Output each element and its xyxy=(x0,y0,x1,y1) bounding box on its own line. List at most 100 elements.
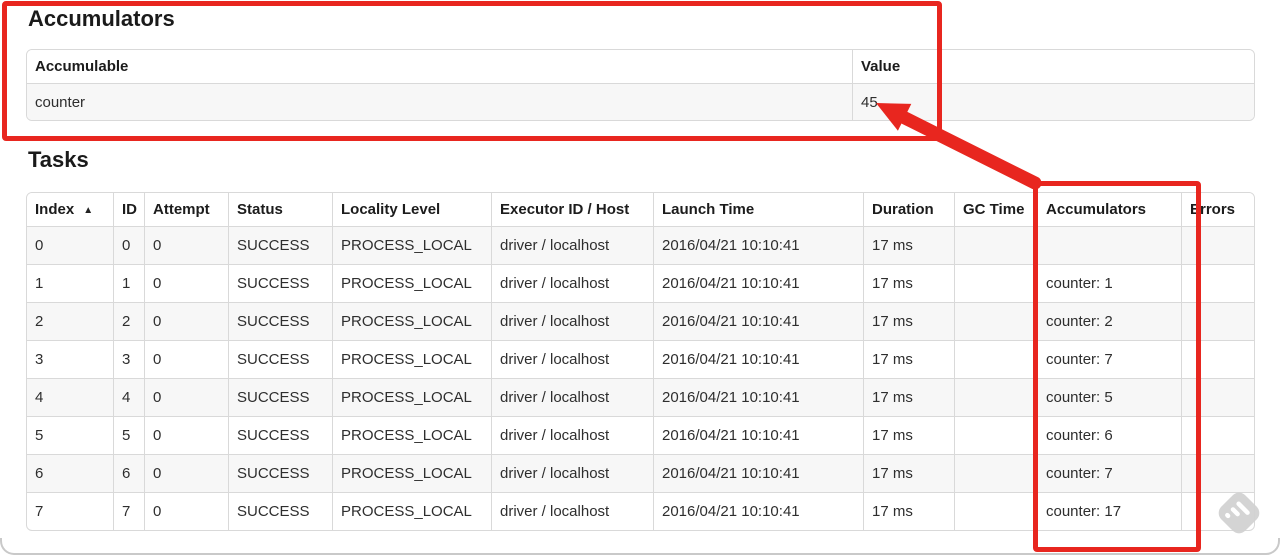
spark-stage-page: { "accumulators_section": { "title": "Ac… xyxy=(0,0,1280,556)
tasks-col-header-launch-time[interactable]: Launch Time xyxy=(653,193,863,226)
task-cell-index: 3 xyxy=(27,340,113,378)
tasks-col-header-executor[interactable]: Executor ID / Host xyxy=(491,193,653,226)
tasks-col-header-locality-level[interactable]: Locality Level xyxy=(332,193,491,226)
tasks-col-header-duration[interactable]: Duration xyxy=(863,193,954,226)
task-row: 770 SUCCESS PROCESS_LOCAL driver / localho… xyxy=(27,492,1254,530)
tasks-col-header-status[interactable]: Status xyxy=(228,193,332,226)
task-cell-errors xyxy=(1181,226,1254,264)
tasks-col-header-attempt[interactable]: Attempt xyxy=(144,193,228,226)
task-cell-executor: driver / localhost xyxy=(491,302,653,340)
task-cell-gc-time xyxy=(954,302,1037,340)
task-cell-id: 5 xyxy=(113,416,144,454)
task-cell-id: 2 xyxy=(113,302,144,340)
task-cell-gc-time xyxy=(954,378,1037,416)
tasks-table-body: 000 SUCCESS PROCESS_LOCAL driver / localho… xyxy=(27,226,1254,530)
task-cell-duration: 17 ms xyxy=(863,492,954,530)
task-cell-locality-level: PROCESS_LOCAL xyxy=(332,264,491,302)
tasks-col-header-gc-time[interactable]: GC Time xyxy=(954,193,1037,226)
task-cell-duration: 17 ms xyxy=(863,226,954,264)
task-cell-executor: driver / localhost xyxy=(491,416,653,454)
task-cell-launch-time: 2016/04/21 10:10:41 xyxy=(653,378,863,416)
tasks-col-header-errors[interactable]: Errors xyxy=(1181,193,1254,226)
task-cell-attempt: 0 xyxy=(144,302,228,340)
task-cell-gc-time xyxy=(954,454,1037,492)
window-bottom-edge xyxy=(0,538,1280,555)
task-cell-status: SUCCESS xyxy=(228,378,332,416)
task-cell-status: SUCCESS xyxy=(228,302,332,340)
accumulators-section-title: Accumulators xyxy=(28,6,175,31)
task-cell-status: SUCCESS xyxy=(228,454,332,492)
task-cell-duration: 17 ms xyxy=(863,454,954,492)
accumulators-header-row: Accumulable Value xyxy=(27,50,1254,83)
task-cell-index: 2 xyxy=(27,302,113,340)
task-cell-index: 5 xyxy=(27,416,113,454)
task-cell-attempt: 0 xyxy=(144,492,228,530)
accumulator-row: counter 45 xyxy=(27,83,1254,120)
task-cell-id: 6 xyxy=(113,454,144,492)
task-cell-gc-time xyxy=(954,416,1037,454)
tasks-header-row: Index ▲ ID Attempt Status Locality Level … xyxy=(27,193,1254,226)
task-cell-duration: 17 ms xyxy=(863,340,954,378)
task-cell-errors xyxy=(1181,492,1254,530)
task-row: 110 SUCCESS PROCESS_LOCAL driver / localho… xyxy=(27,264,1254,302)
task-cell-id: 0 xyxy=(113,226,144,264)
task-cell-accumulators: counter: 7 xyxy=(1037,340,1181,378)
task-cell-accumulators: counter: 5 xyxy=(1037,378,1181,416)
task-cell-attempt: 0 xyxy=(144,454,228,492)
task-cell-index: 7 xyxy=(27,492,113,530)
value-column-header: Value xyxy=(852,50,1254,83)
task-cell-locality-level: PROCESS_LOCAL xyxy=(332,378,491,416)
task-cell-status: SUCCESS xyxy=(228,416,332,454)
accumulators-table: Accumulable Value counter 45 xyxy=(26,49,1255,121)
task-cell-accumulators: counter: 6 xyxy=(1037,416,1181,454)
task-cell-duration: 17 ms xyxy=(863,378,954,416)
task-cell-id: 3 xyxy=(113,340,144,378)
task-cell-duration: 17 ms xyxy=(863,416,954,454)
tasks-col-header-index-label: Index xyxy=(35,201,75,218)
task-cell-locality-level: PROCESS_LOCAL xyxy=(332,302,491,340)
task-cell-attempt: 0 xyxy=(144,340,228,378)
task-cell-id: 7 xyxy=(113,492,144,530)
task-cell-executor: driver / localhost xyxy=(491,264,653,302)
task-cell-executor: driver / localhost xyxy=(491,492,653,530)
task-cell-attempt: 0 xyxy=(144,416,228,454)
task-cell-executor: driver / localhost xyxy=(491,378,653,416)
tasks-col-header-id[interactable]: ID xyxy=(113,193,144,226)
task-row: 220 SUCCESS PROCESS_LOCAL driver / localho… xyxy=(27,302,1254,340)
task-cell-launch-time: 2016/04/21 10:10:41 xyxy=(653,264,863,302)
task-cell-launch-time: 2016/04/21 10:10:41 xyxy=(653,492,863,530)
task-cell-errors xyxy=(1181,416,1254,454)
tasks-section-title: Tasks xyxy=(28,147,89,172)
task-cell-gc-time xyxy=(954,264,1037,302)
task-cell-errors xyxy=(1181,302,1254,340)
task-cell-status: SUCCESS xyxy=(228,492,332,530)
task-cell-errors xyxy=(1181,454,1254,492)
task-cell-locality-level: PROCESS_LOCAL xyxy=(332,454,491,492)
task-row: 550 SUCCESS PROCESS_LOCAL driver / localho… xyxy=(27,416,1254,454)
accumulable-column-header: Accumulable xyxy=(27,50,852,83)
task-cell-locality-level: PROCESS_LOCAL xyxy=(332,340,491,378)
tasks-col-header-index[interactable]: Index ▲ xyxy=(27,193,113,226)
task-cell-id: 4 xyxy=(113,378,144,416)
task-cell-launch-time: 2016/04/21 10:10:41 xyxy=(653,454,863,492)
task-cell-attempt: 0 xyxy=(144,226,228,264)
task-cell-id: 1 xyxy=(113,264,144,302)
task-cell-accumulators: counter: 17 xyxy=(1037,492,1181,530)
task-cell-gc-time xyxy=(954,492,1037,530)
task-cell-locality-level: PROCESS_LOCAL xyxy=(332,492,491,530)
task-cell-status: SUCCESS xyxy=(228,264,332,302)
task-cell-errors xyxy=(1181,264,1254,302)
task-cell-accumulators: counter: 2 xyxy=(1037,302,1181,340)
task-cell-accumulators: counter: 7 xyxy=(1037,454,1181,492)
task-cell-accumulators: counter: 1 xyxy=(1037,264,1181,302)
accumulable-name-cell: counter xyxy=(27,83,852,120)
task-cell-duration: 17 ms xyxy=(863,302,954,340)
task-row: 330 SUCCESS PROCESS_LOCAL driver / localho… xyxy=(27,340,1254,378)
task-cell-index: 0 xyxy=(27,226,113,264)
task-cell-duration: 17 ms xyxy=(863,264,954,302)
tasks-col-header-accumulators[interactable]: Accumulators xyxy=(1037,193,1181,226)
task-cell-errors xyxy=(1181,378,1254,416)
task-cell-attempt: 0 xyxy=(144,264,228,302)
task-cell-executor: driver / localhost xyxy=(491,454,653,492)
task-cell-index: 6 xyxy=(27,454,113,492)
